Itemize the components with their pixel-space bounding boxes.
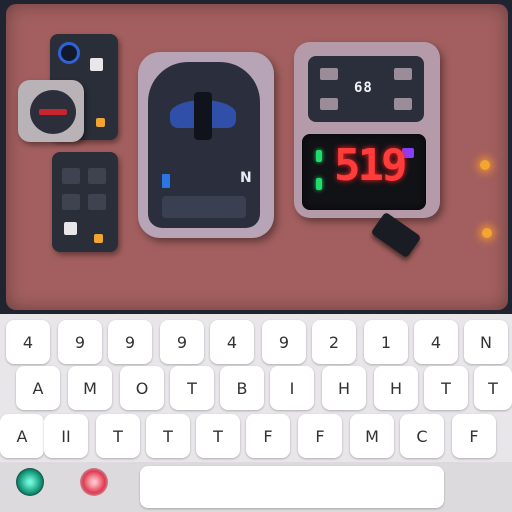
key[interactable]: N bbox=[464, 320, 508, 364]
key[interactable]: O bbox=[120, 366, 164, 410]
gear-shifter[interactable]: N bbox=[138, 52, 274, 238]
on-screen-keyboard: 4 9 9 9 4 9 2 1 4 N A M O T B I H H T T … bbox=[0, 314, 512, 512]
shifter-stick[interactable] bbox=[194, 92, 212, 140]
control-block-lower bbox=[52, 152, 118, 252]
key[interactable]: A bbox=[0, 414, 44, 458]
key[interactable]: T bbox=[170, 366, 214, 410]
key[interactable]: 4 bbox=[6, 320, 50, 364]
key[interactable]: 9 bbox=[160, 320, 204, 364]
key[interactable]: F bbox=[298, 414, 342, 458]
key[interactable]: T bbox=[96, 414, 140, 458]
left-dial[interactable] bbox=[18, 80, 84, 142]
red-status-light[interactable] bbox=[80, 468, 108, 496]
top-display-digits: 68 bbox=[354, 80, 373, 96]
key[interactable]: 9 bbox=[108, 320, 152, 364]
orange-indicator bbox=[96, 118, 105, 127]
key[interactable]: H bbox=[374, 366, 418, 410]
key[interactable]: F bbox=[246, 414, 290, 458]
green-led bbox=[316, 150, 322, 162]
key[interactable]: T bbox=[424, 366, 468, 410]
key[interactable]: T bbox=[474, 366, 512, 410]
key[interactable]: 2 bbox=[312, 320, 356, 364]
key[interactable]: B bbox=[220, 366, 264, 410]
space-bar[interactable] bbox=[140, 466, 444, 508]
key[interactable]: 1 bbox=[364, 320, 408, 364]
key[interactable]: II bbox=[44, 414, 88, 458]
blue-ring-button[interactable] bbox=[58, 42, 80, 64]
key[interactable]: M bbox=[68, 366, 112, 410]
display-button[interactable] bbox=[394, 68, 412, 80]
teal-status-light[interactable] bbox=[16, 468, 44, 496]
key[interactable]: F bbox=[452, 414, 496, 458]
green-led bbox=[316, 178, 322, 190]
main-readout: 519 bbox=[334, 140, 408, 191]
slot-switch[interactable] bbox=[62, 194, 80, 210]
key[interactable]: 9 bbox=[58, 320, 102, 364]
amber-glow-light bbox=[482, 228, 492, 238]
slot-switch[interactable] bbox=[88, 168, 106, 184]
key[interactable]: A bbox=[16, 366, 60, 410]
dial-face bbox=[30, 90, 76, 134]
key[interactable]: H bbox=[322, 366, 366, 410]
key[interactable]: T bbox=[196, 414, 240, 458]
slot-switch[interactable] bbox=[62, 168, 80, 184]
display-button[interactable] bbox=[394, 98, 412, 110]
display-button[interactable] bbox=[320, 68, 338, 80]
dial-red-marker bbox=[39, 109, 67, 115]
key[interactable]: 4 bbox=[210, 320, 254, 364]
square-button[interactable] bbox=[64, 222, 77, 235]
main-display: 519 bbox=[302, 134, 426, 210]
slot-switch[interactable] bbox=[88, 194, 106, 210]
key[interactable]: T bbox=[146, 414, 190, 458]
display-button[interactable] bbox=[320, 98, 338, 110]
device-panel: N 68 519 bbox=[0, 0, 512, 314]
shifter-well: N bbox=[148, 62, 260, 228]
square-button[interactable] bbox=[90, 58, 103, 71]
shifter-blue-mark bbox=[162, 174, 170, 188]
orange-indicator bbox=[94, 234, 103, 243]
key[interactable]: 4 bbox=[414, 320, 458, 364]
shifter-base bbox=[162, 196, 246, 218]
amber-glow-light bbox=[480, 160, 490, 170]
gear-indicator: N bbox=[240, 170, 252, 186]
key[interactable]: I bbox=[270, 366, 314, 410]
top-display: 68 bbox=[308, 56, 424, 122]
key[interactable]: C bbox=[400, 414, 444, 458]
key[interactable]: 9 bbox=[262, 320, 306, 364]
display-unit: 68 519 bbox=[294, 42, 440, 218]
key[interactable]: M bbox=[350, 414, 394, 458]
